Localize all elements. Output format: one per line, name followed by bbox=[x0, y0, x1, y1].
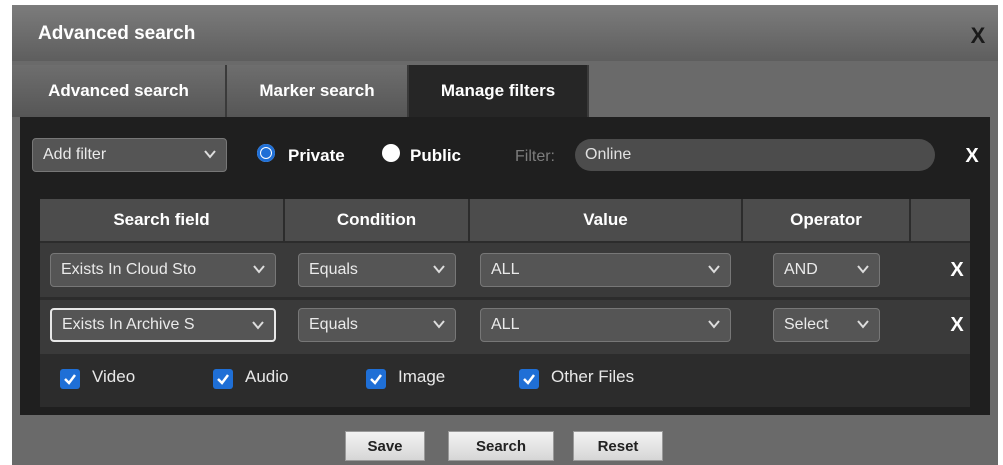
header-actions bbox=[911, 199, 970, 241]
video-label: Video bbox=[92, 367, 136, 386]
value-value: ALL bbox=[491, 261, 520, 278]
tab-bar: Advanced search Marker search Manage fil… bbox=[12, 65, 998, 117]
filter-name-input[interactable] bbox=[575, 139, 935, 171]
close-dialog-button[interactable]: X bbox=[966, 23, 990, 49]
reset-button[interactable]: Reset bbox=[573, 431, 663, 461]
chevron-down-icon bbox=[433, 320, 445, 329]
chevron-down-icon bbox=[204, 150, 216, 159]
dialog-title: Advanced search bbox=[38, 23, 196, 44]
chevron-down-icon bbox=[252, 321, 264, 330]
header-operator: Operator bbox=[743, 199, 911, 241]
private-radio[interactable] bbox=[257, 144, 275, 162]
header-condition: Condition bbox=[285, 199, 470, 241]
filters-panel: Add filter Private Public Filter: X Sear… bbox=[20, 117, 990, 415]
search-field-value: Exists In Cloud Sto bbox=[61, 261, 197, 278]
public-radio[interactable] bbox=[382, 144, 400, 162]
add-filter-value: Add filter bbox=[43, 146, 107, 163]
value-select[interactable]: ALL bbox=[480, 308, 731, 342]
condition-select[interactable]: Equals bbox=[298, 308, 456, 342]
condition-value: Equals bbox=[309, 261, 358, 278]
search-field-select[interactable]: Exists In Archive S bbox=[50, 308, 276, 342]
condition-select[interactable]: Equals bbox=[298, 253, 456, 287]
value-value: ALL bbox=[491, 316, 520, 333]
search-field-select[interactable]: Exists In Cloud Sto bbox=[50, 253, 276, 287]
add-filter-select[interactable]: Add filter bbox=[32, 138, 227, 172]
tab-marker-search[interactable]: Marker search bbox=[227, 65, 409, 117]
other-files-checkbox[interactable] bbox=[519, 369, 539, 389]
delete-row-button[interactable]: X bbox=[947, 314, 967, 336]
header-search-field: Search field bbox=[40, 199, 285, 241]
operator-select[interactable]: Select bbox=[773, 308, 880, 342]
delete-row-button[interactable]: X bbox=[947, 259, 967, 281]
private-label: Private bbox=[288, 146, 345, 165]
title-bar: Advanced search X bbox=[12, 5, 998, 61]
other-files-label: Other Files bbox=[551, 367, 635, 386]
video-checkbox[interactable] bbox=[60, 369, 80, 389]
audio-label: Audio bbox=[245, 367, 289, 386]
search-field-value: Exists In Archive S bbox=[62, 316, 195, 333]
search-button[interactable]: Search bbox=[448, 431, 554, 461]
operator-value: AND bbox=[784, 261, 818, 278]
audio-checkbox[interactable] bbox=[213, 369, 233, 389]
chevron-down-icon bbox=[708, 265, 720, 274]
tab-manage-filters[interactable]: Manage filters bbox=[409, 65, 589, 117]
save-button[interactable]: Save bbox=[345, 431, 425, 461]
chevron-down-icon bbox=[857, 320, 869, 329]
checkmark-icon bbox=[217, 374, 229, 385]
chevron-down-icon bbox=[433, 265, 445, 274]
clear-filter-button[interactable]: X bbox=[962, 145, 982, 167]
checkmark-icon bbox=[370, 374, 382, 385]
condition-value: Equals bbox=[309, 316, 358, 333]
operator-select[interactable]: AND bbox=[773, 253, 880, 287]
checkmark-icon bbox=[64, 374, 76, 385]
advanced-search-dialog: Advanced search X Advanced search Marker… bbox=[12, 5, 998, 465]
image-label: Image bbox=[398, 367, 446, 386]
image-checkbox[interactable] bbox=[366, 369, 386, 389]
header-value: Value bbox=[470, 199, 743, 241]
public-label: Public bbox=[410, 146, 462, 165]
operator-value: Select bbox=[784, 316, 829, 333]
table-row: Exists In Cloud Sto Equals ALL AND X bbox=[40, 243, 970, 297]
chevron-down-icon bbox=[253, 265, 265, 274]
conditions-table: Search field Condition Value Operator Ex… bbox=[40, 199, 970, 407]
chevron-down-icon bbox=[708, 320, 720, 329]
table-row: Exists In Archive S Equals ALL Select X bbox=[40, 298, 970, 354]
chevron-down-icon bbox=[857, 265, 869, 274]
tab-advanced-search[interactable]: Advanced search bbox=[12, 65, 227, 117]
checkmark-icon bbox=[523, 374, 535, 385]
filter-name-label: Filter: bbox=[515, 148, 555, 165]
file-type-checkboxes: Video Audio Image Other Files bbox=[40, 356, 970, 402]
value-select[interactable]: ALL bbox=[480, 253, 731, 287]
